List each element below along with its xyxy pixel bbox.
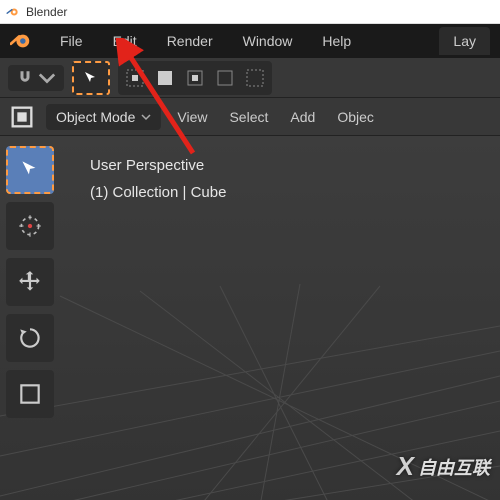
left-toolbar	[6, 146, 54, 418]
tool-move[interactable]	[6, 258, 54, 306]
tool-cursor[interactable]	[6, 202, 54, 250]
menu-edit[interactable]: Edit	[99, 27, 151, 55]
cursor-icon	[83, 70, 99, 86]
header-toolbar-2: Object Mode View Select Add Objec	[0, 98, 500, 136]
tool-scale[interactable]	[6, 370, 54, 418]
workspace-tab-layout[interactable]: Lay	[439, 27, 490, 55]
menu-file[interactable]: File	[46, 27, 97, 55]
pivot-icon-1[interactable]	[122, 65, 148, 91]
blender-app-icon	[6, 5, 20, 19]
menu-render[interactable]: Render	[153, 27, 227, 55]
menu-add[interactable]: Add	[284, 105, 321, 129]
window-title: Blender	[26, 5, 67, 19]
tool-rotate[interactable]	[6, 314, 54, 362]
move-icon	[17, 269, 43, 295]
cursor-icon	[17, 157, 43, 183]
main-menubar: File Edit Render Window Help Lay	[0, 24, 500, 58]
overlay-line-2: (1) Collection | Cube	[90, 179, 226, 206]
menu-view[interactable]: View	[171, 105, 213, 129]
watermark-x-icon: X	[397, 451, 414, 482]
pivot-icon-4[interactable]	[212, 65, 238, 91]
chevron-down-icon	[38, 69, 56, 87]
pivot-icon-2[interactable]	[152, 65, 178, 91]
menu-select[interactable]: Select	[223, 105, 274, 129]
watermark-text: 自由互联	[418, 454, 490, 480]
mode-label: Object Mode	[56, 109, 135, 125]
window-titlebar: Blender	[0, 0, 500, 24]
menu-window[interactable]: Window	[229, 27, 307, 55]
menu-object[interactable]: Objec	[331, 105, 380, 129]
viewport-overlay-text: User Perspective (1) Collection | Cube	[90, 152, 226, 206]
scale-icon	[17, 381, 43, 407]
overlay-line-1: User Perspective	[90, 152, 226, 179]
object-mode-icon	[8, 103, 36, 131]
pivot-icons-group	[118, 61, 272, 95]
snap-dropdown[interactable]	[8, 65, 64, 91]
magnet-icon	[16, 69, 34, 87]
chevron-down-icon	[141, 112, 151, 122]
pivot-icon-3[interactable]	[182, 65, 208, 91]
select-tool-preset[interactable]	[72, 61, 110, 95]
header-toolbar-1	[0, 58, 500, 98]
3d-viewport[interactable]: User Perspective (1) Collection | Cube X…	[0, 136, 500, 500]
rotate-icon	[17, 325, 43, 351]
tool-select-box[interactable]	[6, 146, 54, 194]
blender-logo-icon	[10, 30, 32, 52]
viewport-grid	[0, 136, 500, 500]
3d-cursor-icon	[17, 213, 43, 239]
mode-selector[interactable]: Object Mode	[46, 104, 161, 130]
watermark: X 自由互联	[397, 451, 490, 482]
menu-help[interactable]: Help	[308, 27, 365, 55]
pivot-icon-5[interactable]	[242, 65, 268, 91]
